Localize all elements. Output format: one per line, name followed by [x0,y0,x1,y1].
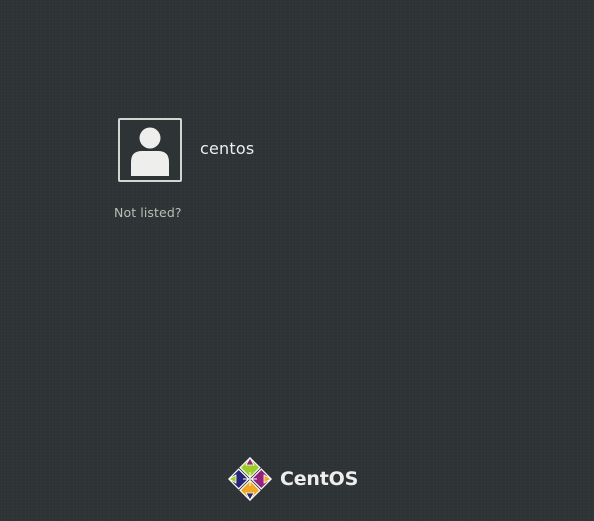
user-list: centos [114,114,258,186]
brand-name: CentOS [280,468,359,490]
avatar [118,118,182,182]
user-silhouette-icon [131,127,169,176]
branding: CentOS [228,457,358,501]
login-screen: centos Not listed? CentOS [0,0,594,521]
centos-logo-icon [228,457,272,501]
user-entry-centos[interactable]: centos [114,114,258,186]
not-listed-link[interactable]: Not listed? [114,205,182,220]
user-name: centos [200,138,255,158]
